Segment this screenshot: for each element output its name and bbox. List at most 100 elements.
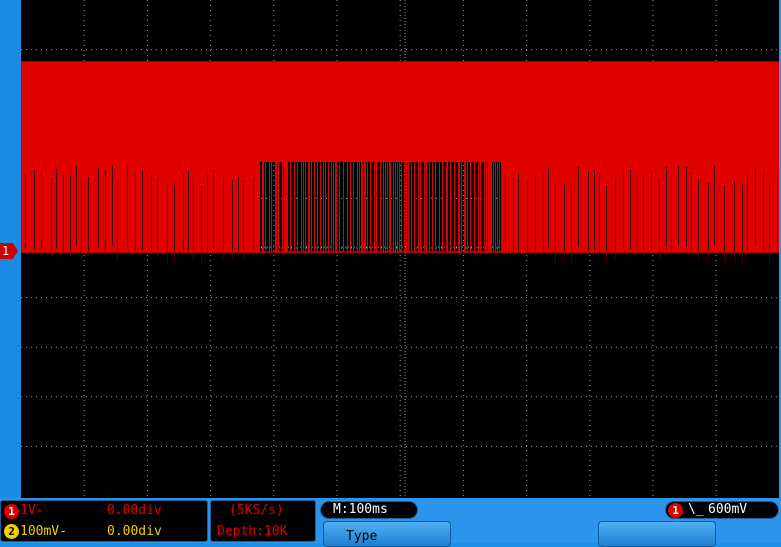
waveform-low-pulse [81,180,82,260]
waveform-edge [303,162,304,252]
waveform-low-pulse [724,185,725,265]
waveform-edge [484,162,485,252]
sample-rate: (5KS/s) [229,503,284,518]
waveform-edge [314,62,315,252]
ch1-offset[interactable]: 0.00div [107,503,162,518]
waveform-edge [305,162,306,252]
waveform-low-pulse [70,176,71,256]
waveform-edge [301,62,302,252]
ch2-number-badge: 2 [4,524,19,539]
waveform-low-pulse [201,185,202,265]
waveform-low-pulse [630,169,631,249]
waveform-edge [294,62,295,252]
waveform-edge [418,162,419,252]
waveform-edge [385,162,386,252]
waveform-edge [328,162,329,252]
waveform-edge [411,162,412,252]
waveform-edge [432,162,433,252]
memory-depth: Depth:10K [217,524,288,539]
waveform-edge [275,62,277,252]
softkey-button[interactable] [598,521,716,547]
waveform-low-pulse [207,173,208,253]
waveform-edge [265,62,266,252]
waveform-edge [499,162,500,252]
waveform-edge [490,62,492,252]
waveform-edge [290,62,291,252]
waveform-low-pulse [51,177,52,257]
waveform-edge [383,162,384,252]
waveform-low-pulse [543,173,544,253]
waveform-low-pulse [213,169,214,249]
waveform-low-pulse [135,171,136,251]
waveform-low-pulse [747,172,748,252]
waveform-edge [395,62,396,252]
waveform-edge [367,162,368,252]
waveform-edge [414,162,415,252]
waveform-low-pulse [606,185,607,265]
waveform-low-pulse [548,168,549,248]
waveform-low-pulse [505,172,506,252]
waveform-edge [442,162,443,252]
waveform-low-pulse [142,170,143,250]
waveform-edge [364,62,366,252]
waveform-edge [350,62,351,252]
waveform-low-pulse [88,177,89,257]
waveform-edge [278,62,279,252]
waveform-edge [353,62,354,252]
waveform-edge [286,62,288,252]
waveform-edge [488,62,490,252]
timebase-readout[interactable]: M:100ms [320,501,418,519]
waveform-low-pulse [571,183,572,263]
waveform-edge [374,162,375,252]
waveform-edge [380,162,381,252]
waveform-edge [467,162,468,252]
waveform-edge [325,62,326,252]
ch2-scale[interactable]: 100mV- [20,524,67,539]
waveform-edge [478,162,479,252]
ch2-offset[interactable]: 0.00div [107,524,162,539]
waveform-low-pulse [594,170,595,250]
trigger-channel-badge: 1 [668,503,683,518]
acquisition-readout: (5KS/s) Depth:10K [210,500,316,542]
trigger-level: 600mV [708,502,748,517]
waveform-edge [370,62,371,252]
waveform-low-pulse [56,169,57,249]
trigger-readout[interactable]: 1 \_ 600mV [665,501,779,519]
waveform-edge [311,162,312,252]
waveform-edge [429,62,430,252]
waveform-low-pulse [666,167,667,247]
waveform-edge [420,62,421,252]
waveform-edge [393,62,394,252]
waveform-edge [320,162,321,252]
waveform-edge [426,62,427,252]
waveform-low-pulse [63,171,64,251]
waveform-edge [446,62,448,252]
waveform-edge [454,162,455,252]
waveform-edge [439,162,440,252]
timebase-label: M:100ms [333,502,388,517]
waveform-low-pulse [651,170,652,250]
waveform-low-pulse [193,180,194,260]
waveform-low-pulse [535,176,536,256]
waveform-edge [401,62,402,252]
waveform-edge [271,62,272,252]
waveform-edge [361,62,363,252]
waveform-edge [497,162,498,252]
waveform-low-pulse [708,183,709,263]
type-menu-button[interactable]: Type [323,521,451,547]
waveform-low-pulse [678,166,679,246]
waveform-edge [323,162,324,252]
waveform-edge [284,62,286,252]
waveform-edge [470,162,471,252]
waveform-edge [331,62,332,252]
waveform-low-pulse [714,166,715,246]
waveform-low-pulse [659,179,660,259]
waveform-edge [404,62,405,252]
waveform-edge [389,62,391,252]
waveform-low-pulse [777,168,778,248]
waveform-display [21,0,779,498]
waveform-edge [486,162,487,252]
ch1-scale[interactable]: 1V- [20,503,43,518]
waveform-low-pulse [151,175,152,255]
waveform-low-pulse [112,166,113,246]
